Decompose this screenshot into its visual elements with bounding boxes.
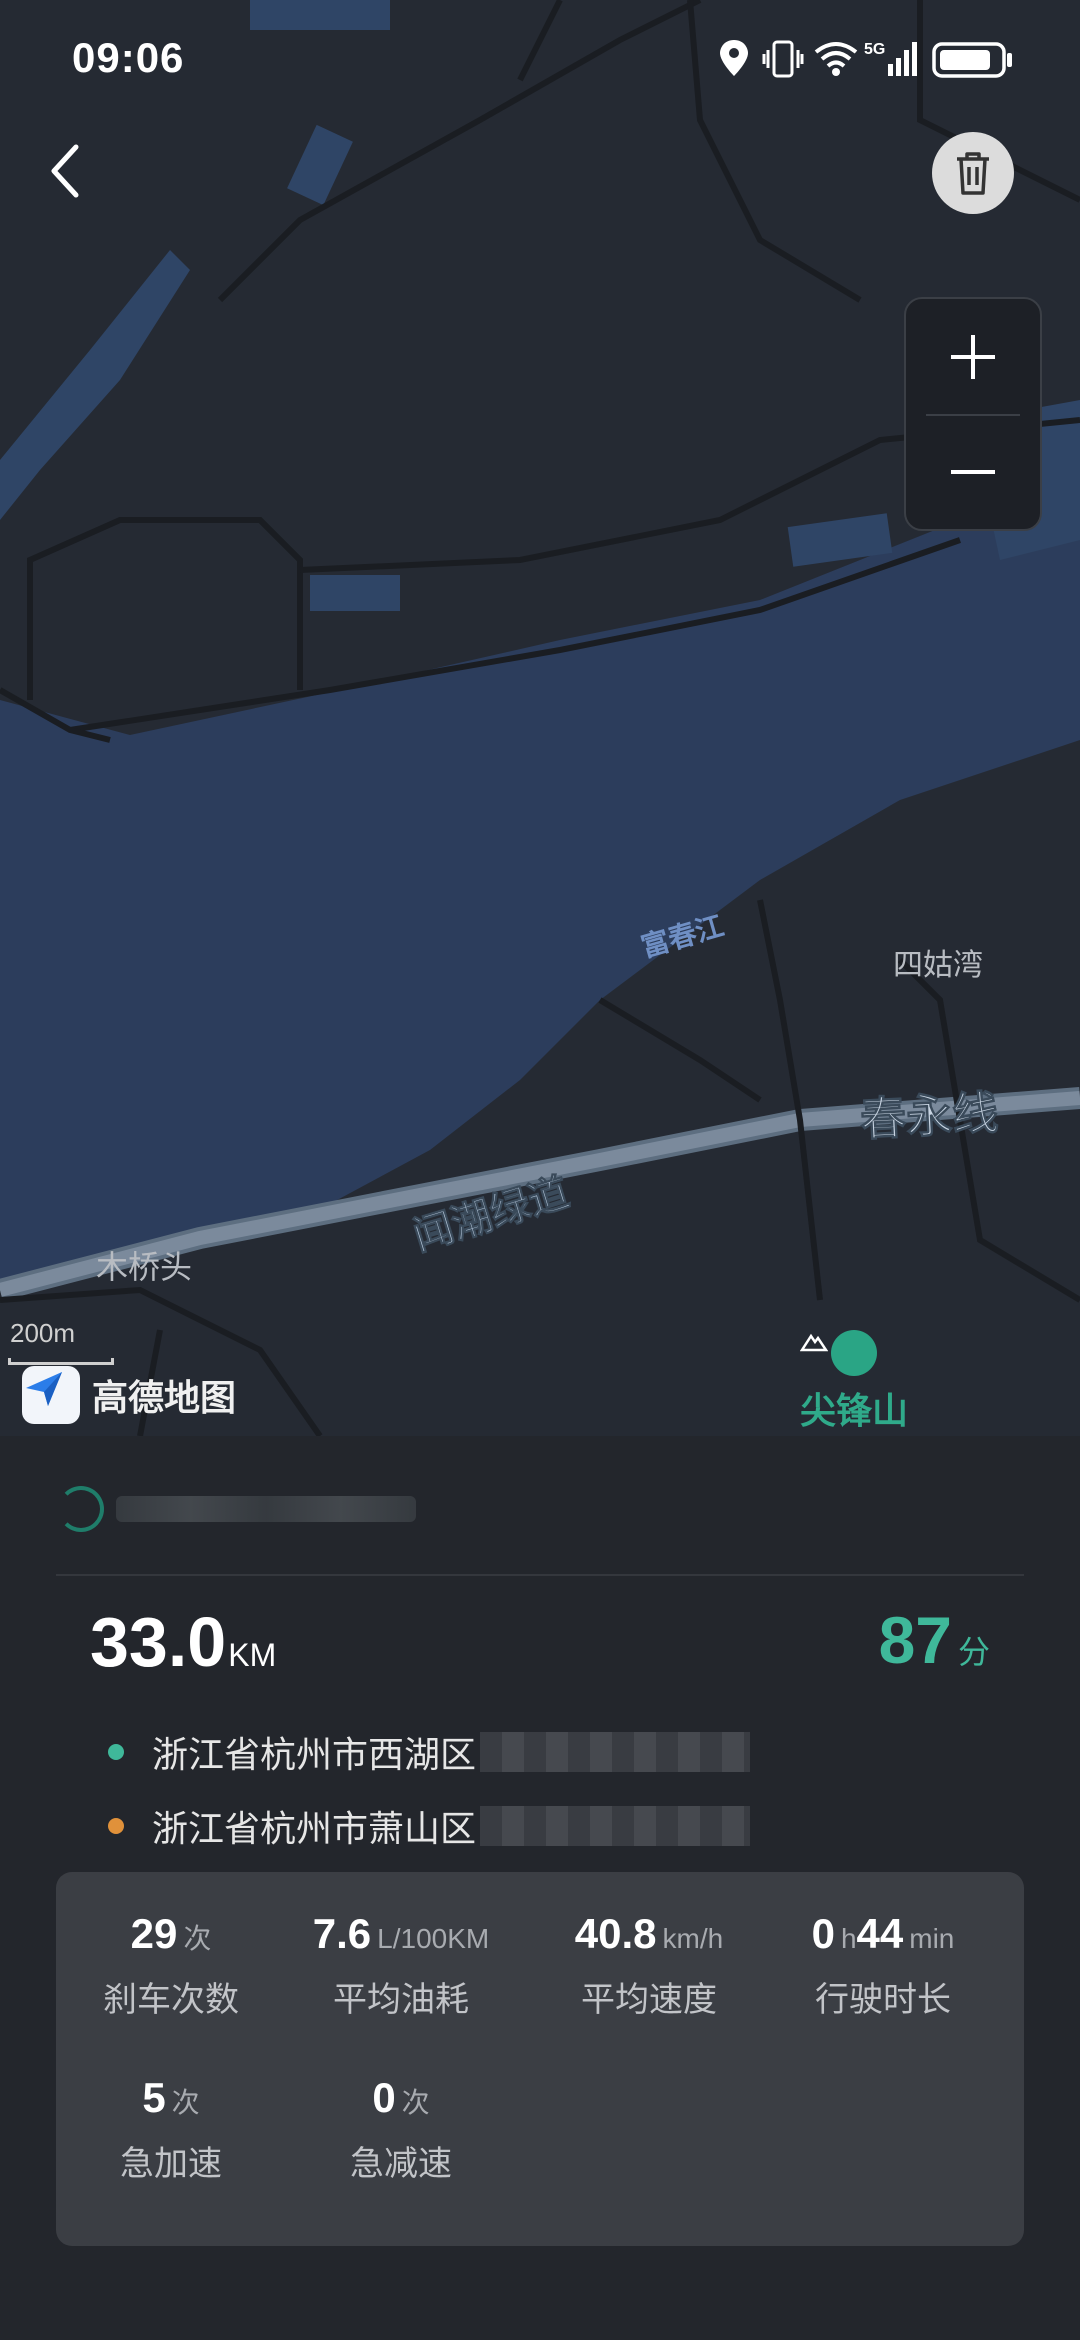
stat-value: 29 — [130, 1910, 178, 1957]
stat-unit: L/100KM — [377, 1923, 490, 1954]
mountain-icon — [800, 1330, 877, 1376]
amap-icon — [22, 1366, 80, 1424]
end-dot-icon — [108, 1818, 124, 1834]
stat-unit: 次 — [401, 2087, 430, 2118]
score-unit: 分 — [957, 1634, 990, 1670]
start-address: 浙江省杭州市西湖区 — [152, 1734, 477, 1775]
start-dot-icon — [108, 1744, 124, 1760]
stat-unit: 次 — [183, 1923, 212, 1954]
stat-label: 急加速 — [120, 2145, 222, 2183]
start-address-row: 浙江省杭州市西湖区 — [108, 1726, 751, 1778]
stat-value: 7.6 — [312, 1910, 372, 1957]
trip-distance: 33.0KM — [90, 1602, 276, 1682]
stat-driving-duration: 0 h44 min 行驶时长 — [768, 1910, 998, 2021]
end-address-row: 浙江省杭州市萧山区 — [108, 1800, 751, 1852]
poi-label: 尖锋山 — [800, 1390, 909, 1431]
pond-small — [310, 575, 400, 611]
zoom-control — [904, 297, 1042, 531]
map-scale-bar — [8, 1358, 114, 1365]
stat-rapid-deceleration: 0次 急减速 — [286, 2074, 516, 2185]
map-provider-name: 高德地图 — [92, 1377, 237, 1418]
status-bar: 09:06 5G — [0, 0, 1080, 120]
score-value: 87 — [878, 1603, 952, 1677]
status-icons: 5G — [712, 34, 1032, 84]
place-label-muqiao: 木桥头 — [96, 1249, 193, 1285]
distance-value: 33.0 — [90, 1603, 227, 1681]
end-address: 浙江省杭州市萧山区 — [152, 1808, 477, 1849]
zoom-out-button[interactable] — [906, 414, 1040, 529]
chevron-left-icon — [51, 144, 79, 198]
stat-brake-count: 29 次 刹车次数 — [56, 1910, 286, 2021]
stat-label: 行驶时长 — [815, 1981, 951, 2019]
battery-icon — [932, 42, 1012, 78]
stat-label: 刹车次数 — [103, 1981, 239, 2019]
trip-score: 87 分 — [879, 1602, 990, 1678]
map-provider-logo: 高德地图 — [22, 1366, 236, 1424]
minus-icon — [951, 469, 995, 474]
stat-value: 5 — [142, 2074, 166, 2121]
stat-rapid-acceleration: 5次 急加速 — [56, 2074, 286, 2185]
location-icon — [720, 40, 748, 76]
stat-fuel-consumption: 7.6 L/100KM 平均油耗 — [286, 1910, 516, 2021]
blurred-text — [116, 1496, 416, 1522]
status-time: 09:06 — [72, 34, 185, 81]
blurred-vehicle-row — [52, 1484, 432, 1534]
road-label-chunyong: 春永线 — [858, 1086, 1000, 1146]
zoom-in-button[interactable] — [906, 299, 1040, 414]
place-label-sigu: 四姑湾 — [893, 949, 983, 982]
map-view[interactable]: 富春江 四姑湾 春永线 闻潮绿道 木桥头 200m 高德地图 尖锋山 — [0, 0, 1080, 1436]
stat-value: 0 — [811, 1910, 835, 1957]
divider — [56, 1574, 1024, 1576]
driving-stats-card: 29 次 刹车次数 7.6 L/100KM 平均油耗 40.8 km/h 平均速度 0… — [56, 1872, 1024, 2246]
stat-unit: h — [840, 1923, 857, 1954]
map-scale-label: 200m — [10, 1318, 76, 1348]
loading-ring-icon — [58, 1486, 104, 1532]
plus-icon — [951, 334, 995, 379]
stat-label: 平均速度 — [581, 1981, 717, 2019]
stat-value: 0 — [372, 2074, 396, 2121]
blurred-address — [480, 1732, 751, 1772]
signal-5g-icon: 5G — [864, 41, 917, 76]
wifi-icon — [814, 42, 858, 76]
poi-marker[interactable]: 尖锋山 — [800, 1330, 908, 1434]
stat-value-minutes: 44 — [856, 1910, 904, 1957]
stat-unit: km/h — [662, 1923, 724, 1954]
stat-value: 40.8 — [574, 1910, 657, 1957]
stat-unit-minutes: min — [909, 1923, 955, 1954]
delete-button[interactable] — [932, 132, 1014, 214]
stat-unit: 次 — [171, 2087, 200, 2118]
blurred-address — [480, 1806, 751, 1846]
stat-label: 急减速 — [350, 2145, 452, 2183]
stat-average-speed: 40.8 km/h 平均速度 — [534, 1910, 764, 2021]
back-button[interactable] — [40, 135, 90, 205]
stat-label: 平均油耗 — [333, 1981, 469, 2019]
trash-icon — [957, 152, 989, 195]
svg-text:5G: 5G — [864, 41, 885, 58]
distance-unit: KM — [228, 1637, 277, 1673]
vibrate-icon — [762, 40, 804, 78]
